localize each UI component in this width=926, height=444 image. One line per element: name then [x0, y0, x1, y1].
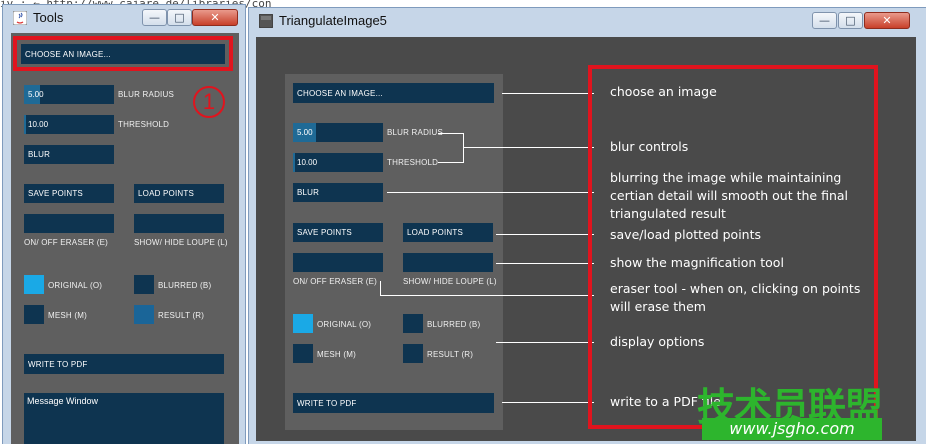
watermark-url: www.jsgho.com [702, 418, 882, 440]
tools-result-label: RESULT (R) [158, 311, 205, 320]
main-loupe-toggle[interactable] [403, 253, 493, 272]
tools-blur-button[interactable]: BLUR [24, 145, 114, 164]
java-icon [13, 11, 27, 25]
connector-eraser [380, 295, 594, 296]
main-result-label: RESULT (R) [427, 350, 474, 359]
tools-load-points-button[interactable]: LOAD POINTS [134, 184, 224, 203]
blur-radius-value: 5.00 [28, 90, 44, 99]
main-save-points-button[interactable]: SAVE POINTS [293, 223, 383, 242]
main-blurred-label: BLURRED (B) [427, 320, 481, 329]
tools-threshold-label: THRESHOLD [118, 120, 170, 129]
minimize-icon: — [149, 11, 160, 24]
tools-save-points-button[interactable]: SAVE POINTS [24, 184, 114, 203]
close-icon: ✕ [210, 11, 220, 24]
tools-blurred-toggle[interactable] [134, 275, 154, 294]
tools-write-pdf-button[interactable]: WRITE TO PDF [24, 354, 224, 374]
connector-choose [502, 93, 594, 94]
blur-radius-value: 5.00 [297, 128, 313, 137]
close-icon: ✕ [882, 14, 892, 27]
main-result-toggle[interactable] [403, 344, 423, 363]
connector-blur-radius [438, 133, 464, 134]
main-mesh-toggle[interactable] [293, 344, 313, 363]
connector-eraser-vertical [380, 281, 381, 295]
main-window-title: TriangulateImage5 [279, 13, 387, 28]
app-window-icon [259, 14, 273, 28]
main-mesh-label: MESH (M) [317, 350, 356, 359]
main-load-points-button[interactable]: LOAD POINTS [403, 223, 493, 242]
threshold-fill [24, 115, 26, 134]
main-blur-button[interactable]: BLUR [293, 183, 383, 202]
connector-pdf [502, 402, 594, 403]
tools-window-title: Tools [33, 10, 64, 25]
maximize-icon: □ [174, 11, 185, 24]
tools-original-toggle[interactable] [24, 275, 44, 294]
main-threshold-label: THRESHOLD [387, 158, 439, 167]
tools-blur-radius-label: BLUR RADIUS [118, 90, 174, 99]
main-threshold-slider[interactable]: 10.00 [293, 153, 383, 172]
main-titlebar[interactable]: TriangulateImage5 — □ ✕ [249, 8, 926, 36]
main-tools-panel: CHOOSE AN IMAGE... 5.00 BLUR RADIUS 10.0… [285, 74, 503, 430]
tools-client-area: CHOOSE AN IMAGE... 1 5.00 BLUR RADIUS 10… [11, 33, 239, 444]
connector-threshold [438, 162, 464, 163]
threshold-value: 10.00 [297, 158, 318, 167]
tools-blur-radius-slider[interactable]: 5.00 [24, 85, 114, 104]
tools-minimize-button[interactable]: — [142, 9, 167, 26]
tools-eraser-label: ON/ OFF ERASER (E) [24, 238, 109, 247]
main-close-button[interactable]: ✕ [864, 12, 910, 29]
tools-threshold-slider[interactable]: 10.00 [24, 115, 114, 134]
step-number-badge: 1 [193, 86, 225, 118]
tools-loupe-toggle[interactable] [134, 214, 224, 233]
connector-blur-controls [463, 147, 594, 148]
threshold-value: 10.00 [28, 120, 49, 129]
tools-blurred-label: BLURRED (B) [158, 281, 212, 290]
main-original-label: ORIGINAL (O) [317, 320, 372, 329]
tools-mesh-label: MESH (M) [48, 311, 87, 320]
tools-choose-image-button[interactable]: CHOOSE AN IMAGE... [21, 44, 225, 64]
highlight-annotations [588, 65, 878, 429]
tools-close-button[interactable]: ✕ [192, 9, 238, 26]
main-blur-radius-slider[interactable]: 5.00 [293, 123, 383, 142]
tools-eraser-toggle[interactable] [24, 214, 114, 233]
connector-blur-bracket [463, 133, 464, 163]
connector-save-load [496, 234, 594, 235]
tools-loupe-label: SHOW/ HIDE LOUPE (L) [134, 238, 228, 247]
tools-titlebar[interactable]: Tools — □ ✕ [3, 5, 245, 33]
connector-magnification [496, 263, 594, 264]
minimize-icon: — [819, 14, 830, 27]
main-maximize-button[interactable]: □ [838, 12, 863, 29]
threshold-fill [293, 153, 295, 172]
main-eraser-toggle[interactable] [293, 253, 383, 272]
tools-maximize-button[interactable]: □ [167, 9, 192, 26]
main-write-pdf-button[interactable]: WRITE TO PDF [293, 393, 494, 413]
main-minimize-button[interactable]: — [812, 12, 837, 29]
main-eraser-label: ON/ OFF ERASER (E) [293, 277, 378, 286]
connector-display [496, 342, 594, 343]
main-original-toggle[interactable] [293, 314, 313, 333]
tools-original-label: ORIGINAL (O) [48, 281, 103, 290]
main-blurred-toggle[interactable] [403, 314, 423, 333]
tools-result-toggle[interactable] [134, 305, 154, 324]
message-window: Message Window [24, 393, 224, 444]
tools-window: Tools — □ ✕ CHOOSE AN IMAGE... 1 5.00 BL… [2, 4, 246, 444]
tools-mesh-toggle[interactable] [24, 305, 44, 324]
maximize-icon: □ [845, 14, 856, 27]
connector-blur-desc [387, 192, 594, 193]
main-blur-radius-label: BLUR RADIUS [387, 128, 443, 137]
main-choose-image-button[interactable]: CHOOSE AN IMAGE... [293, 83, 494, 103]
main-loupe-label: SHOW/ HIDE LOUPE (L) [403, 277, 497, 286]
